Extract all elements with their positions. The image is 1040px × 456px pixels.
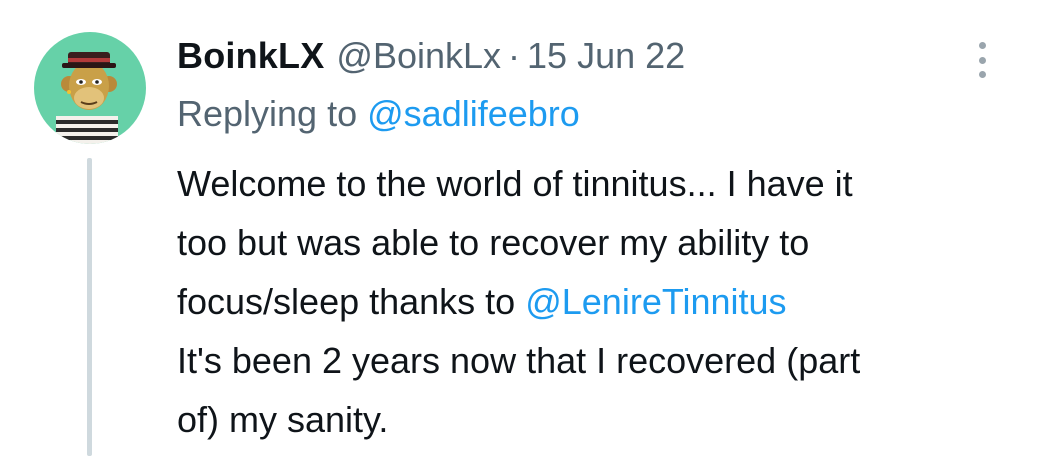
replying-to-label: Replying to xyxy=(177,93,358,134)
tweet-text: Welcome to the world of tinnitus... I ha… xyxy=(177,154,1017,449)
tweet-text-line: Welcome to the world of tinnitus... I ha… xyxy=(177,163,853,204)
tweet-header: BoinkLX @BoinkLx · 15 Jun 22 xyxy=(177,28,685,84)
more-vertical-icon xyxy=(978,56,986,64)
more-options-button[interactable] xyxy=(964,38,1000,82)
tweet-text-line: of) my sanity. xyxy=(177,399,389,440)
thread-connector-line xyxy=(87,158,92,456)
header-separator: · xyxy=(508,35,521,76)
more-vertical-icon xyxy=(978,71,986,78)
avatar[interactable] xyxy=(34,32,146,144)
ape-avatar-icon xyxy=(56,52,118,144)
author-handle[interactable]: @BoinkLx xyxy=(336,35,501,77)
author-display-name[interactable]: BoinkLX xyxy=(177,35,324,77)
tweet-timestamp[interactable]: 15 Jun 22 xyxy=(527,35,685,77)
tweet-text-segment: focus/sleep thanks to xyxy=(177,281,516,322)
tweet-text-line: too but was able to recover my ability t… xyxy=(177,222,810,263)
tweet-text-line: focus/sleep thanks to @LenireTinnitus xyxy=(177,272,1017,331)
replying-to-mention[interactable]: @sadlifeebro xyxy=(367,93,580,134)
replying-to-line: Replying to @sadlifeebro xyxy=(177,88,580,140)
lenire-mention-link[interactable]: @LenireTinnitus xyxy=(525,281,786,322)
more-vertical-icon xyxy=(978,42,986,49)
reply-tweet[interactable]: BoinkLX @BoinkLx · 15 Jun 22 Replying to… xyxy=(0,0,1040,456)
tweet-text-line: It's been 2 years now that I recovered (… xyxy=(177,340,861,381)
